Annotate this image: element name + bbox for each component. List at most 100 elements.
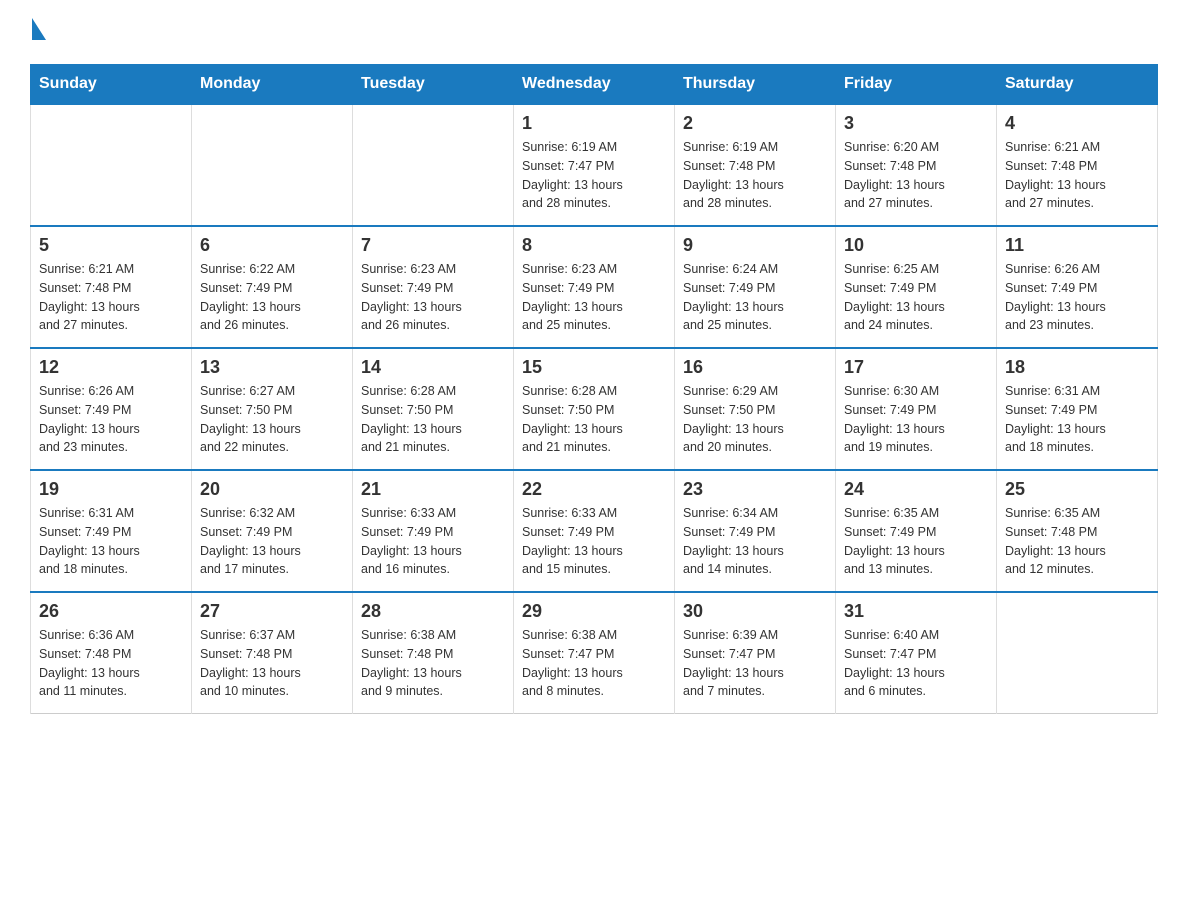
day-info: Sunrise: 6:28 AM Sunset: 7:50 PM Dayligh… (361, 382, 505, 457)
day-number: 19 (39, 479, 183, 500)
day-number: 31 (844, 601, 988, 622)
day-info: Sunrise: 6:31 AM Sunset: 7:49 PM Dayligh… (1005, 382, 1149, 457)
day-info: Sunrise: 6:38 AM Sunset: 7:47 PM Dayligh… (522, 626, 666, 701)
day-number: 24 (844, 479, 988, 500)
day-info: Sunrise: 6:34 AM Sunset: 7:49 PM Dayligh… (683, 504, 827, 579)
header-monday: Monday (192, 65, 353, 105)
calendar-cell: 23 Sunrise: 6:34 AM Sunset: 7:49 PM Dayli… (675, 470, 836, 592)
calendar-cell: 6 Sunrise: 6:22 AM Sunset: 7:49 PM Daylig… (192, 226, 353, 348)
calendar-cell: 13 Sunrise: 6:27 AM Sunset: 7:50 PM Dayli… (192, 348, 353, 470)
day-number: 20 (200, 479, 344, 500)
calendar-cell: 16 Sunrise: 6:29 AM Sunset: 7:50 PM Dayli… (675, 348, 836, 470)
day-number: 6 (200, 235, 344, 256)
day-number: 12 (39, 357, 183, 378)
day-number: 11 (1005, 235, 1149, 256)
header-sunday: Sunday (31, 65, 192, 105)
day-number: 27 (200, 601, 344, 622)
day-info: Sunrise: 6:39 AM Sunset: 7:47 PM Dayligh… (683, 626, 827, 701)
day-info: Sunrise: 6:26 AM Sunset: 7:49 PM Dayligh… (1005, 260, 1149, 335)
calendar-cell (192, 104, 353, 226)
calendar-cell: 12 Sunrise: 6:26 AM Sunset: 7:49 PM Dayli… (31, 348, 192, 470)
day-info: Sunrise: 6:36 AM Sunset: 7:48 PM Dayligh… (39, 626, 183, 701)
day-number: 15 (522, 357, 666, 378)
header-friday: Friday (836, 65, 997, 105)
calendar-cell: 19 Sunrise: 6:31 AM Sunset: 7:49 PM Dayli… (31, 470, 192, 592)
day-number: 22 (522, 479, 666, 500)
day-number: 4 (1005, 113, 1149, 134)
calendar-cell: 18Sunrise: 6:31 AM Sunset: 7:49 PM Dayli… (997, 348, 1158, 470)
calendar-cell: 17 Sunrise: 6:30 AM Sunset: 7:49 PM Dayli… (836, 348, 997, 470)
header-thursday: Thursday (675, 65, 836, 105)
day-info: Sunrise: 6:22 AM Sunset: 7:49 PM Dayligh… (200, 260, 344, 335)
calendar-cell: 7 Sunrise: 6:23 AM Sunset: 7:49 PM Daylig… (353, 226, 514, 348)
calendar-cell: 21Sunrise: 6:33 AM Sunset: 7:49 PM Dayli… (353, 470, 514, 592)
calendar-cell: 30 Sunrise: 6:39 AM Sunset: 7:47 PM Dayli… (675, 592, 836, 714)
day-number: 28 (361, 601, 505, 622)
day-info: Sunrise: 6:19 AM Sunset: 7:48 PM Dayligh… (683, 138, 827, 213)
day-info: Sunrise: 6:21 AM Sunset: 7:48 PM Dayligh… (39, 260, 183, 335)
calendar-cell: 26 Sunrise: 6:36 AM Sunset: 7:48 PM Dayli… (31, 592, 192, 714)
calendar-cell: 20 Sunrise: 6:32 AM Sunset: 7:49 PM Dayli… (192, 470, 353, 592)
calendar-cell (997, 592, 1158, 714)
day-number: 1 (522, 113, 666, 134)
logo-triangle-icon (32, 18, 46, 40)
logo (30, 20, 46, 44)
day-number: 14 (361, 357, 505, 378)
calendar-week-row: 5 Sunrise: 6:21 AM Sunset: 7:48 PM Daylig… (31, 226, 1158, 348)
day-info: Sunrise: 6:30 AM Sunset: 7:49 PM Dayligh… (844, 382, 988, 457)
day-number: 2 (683, 113, 827, 134)
day-number: 17 (844, 357, 988, 378)
day-number: 23 (683, 479, 827, 500)
day-info: Sunrise: 6:35 AM Sunset: 7:48 PM Dayligh… (1005, 504, 1149, 579)
calendar-table: SundayMondayTuesdayWednesdayThursdayFrid… (30, 64, 1158, 714)
day-number: 9 (683, 235, 827, 256)
calendar-cell: 9Sunrise: 6:24 AM Sunset: 7:49 PM Daylig… (675, 226, 836, 348)
calendar-cell: 5 Sunrise: 6:21 AM Sunset: 7:48 PM Daylig… (31, 226, 192, 348)
calendar-cell: 15Sunrise: 6:28 AM Sunset: 7:50 PM Dayli… (514, 348, 675, 470)
calendar-cell: 1 Sunrise: 6:19 AM Sunset: 7:47 PM Daylig… (514, 104, 675, 226)
calendar-cell: 22 Sunrise: 6:33 AM Sunset: 7:49 PM Dayli… (514, 470, 675, 592)
calendar-cell (31, 104, 192, 226)
calendar-cell: 27 Sunrise: 6:37 AM Sunset: 7:48 PM Dayli… (192, 592, 353, 714)
day-info: Sunrise: 6:23 AM Sunset: 7:49 PM Dayligh… (361, 260, 505, 335)
calendar-cell: 3 Sunrise: 6:20 AM Sunset: 7:48 PM Daylig… (836, 104, 997, 226)
calendar-cell: 28 Sunrise: 6:38 AM Sunset: 7:48 PM Dayli… (353, 592, 514, 714)
header-wednesday: Wednesday (514, 65, 675, 105)
day-number: 16 (683, 357, 827, 378)
day-info: Sunrise: 6:20 AM Sunset: 7:48 PM Dayligh… (844, 138, 988, 213)
calendar-header-row: SundayMondayTuesdayWednesdayThursdayFrid… (31, 65, 1158, 105)
header-saturday: Saturday (997, 65, 1158, 105)
day-number: 5 (39, 235, 183, 256)
calendar-cell: 29Sunrise: 6:38 AM Sunset: 7:47 PM Dayli… (514, 592, 675, 714)
header-tuesday: Tuesday (353, 65, 514, 105)
calendar-cell: 4 Sunrise: 6:21 AM Sunset: 7:48 PM Daylig… (997, 104, 1158, 226)
calendar-cell: 31 Sunrise: 6:40 AM Sunset: 7:47 PM Dayli… (836, 592, 997, 714)
day-number: 30 (683, 601, 827, 622)
day-number: 25 (1005, 479, 1149, 500)
day-number: 8 (522, 235, 666, 256)
day-number: 7 (361, 235, 505, 256)
day-info: Sunrise: 6:19 AM Sunset: 7:47 PM Dayligh… (522, 138, 666, 213)
day-info: Sunrise: 6:21 AM Sunset: 7:48 PM Dayligh… (1005, 138, 1149, 213)
day-info: Sunrise: 6:29 AM Sunset: 7:50 PM Dayligh… (683, 382, 827, 457)
day-info: Sunrise: 6:32 AM Sunset: 7:49 PM Dayligh… (200, 504, 344, 579)
day-number: 13 (200, 357, 344, 378)
day-info: Sunrise: 6:26 AM Sunset: 7:49 PM Dayligh… (39, 382, 183, 457)
day-info: Sunrise: 6:25 AM Sunset: 7:49 PM Dayligh… (844, 260, 988, 335)
calendar-week-row: 1 Sunrise: 6:19 AM Sunset: 7:47 PM Daylig… (31, 104, 1158, 226)
day-info: Sunrise: 6:31 AM Sunset: 7:49 PM Dayligh… (39, 504, 183, 579)
calendar-cell: 11 Sunrise: 6:26 AM Sunset: 7:49 PM Dayli… (997, 226, 1158, 348)
day-info: Sunrise: 6:33 AM Sunset: 7:49 PM Dayligh… (522, 504, 666, 579)
calendar-week-row: 26 Sunrise: 6:36 AM Sunset: 7:48 PM Dayli… (31, 592, 1158, 714)
day-info: Sunrise: 6:40 AM Sunset: 7:47 PM Dayligh… (844, 626, 988, 701)
day-info: Sunrise: 6:37 AM Sunset: 7:48 PM Dayligh… (200, 626, 344, 701)
day-info: Sunrise: 6:38 AM Sunset: 7:48 PM Dayligh… (361, 626, 505, 701)
calendar-cell: 2 Sunrise: 6:19 AM Sunset: 7:48 PM Daylig… (675, 104, 836, 226)
day-info: Sunrise: 6:33 AM Sunset: 7:49 PM Dayligh… (361, 504, 505, 579)
day-number: 26 (39, 601, 183, 622)
calendar-cell: 8Sunrise: 6:23 AM Sunset: 7:49 PM Daylig… (514, 226, 675, 348)
day-number: 3 (844, 113, 988, 134)
day-info: Sunrise: 6:27 AM Sunset: 7:50 PM Dayligh… (200, 382, 344, 457)
calendar-week-row: 12 Sunrise: 6:26 AM Sunset: 7:49 PM Dayli… (31, 348, 1158, 470)
calendar-cell: 24Sunrise: 6:35 AM Sunset: 7:49 PM Dayli… (836, 470, 997, 592)
